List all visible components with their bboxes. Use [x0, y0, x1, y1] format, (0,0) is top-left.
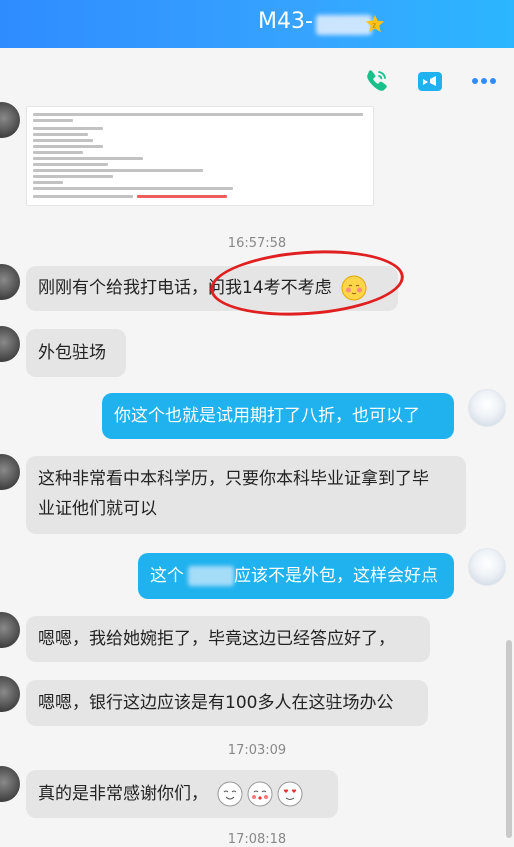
svg-text:z: z: [372, 21, 376, 30]
message-bubble[interactable]: 嗯嗯，银行这边应该是有100多人在这驻场办公: [26, 680, 428, 726]
smile-emoji: [217, 781, 243, 807]
message-bubble[interactable]: 你这个也就是试用期打了八折，也可以了: [102, 393, 454, 439]
more-icon[interactable]: [470, 67, 498, 95]
message-text: 这个: [150, 566, 184, 586]
scrollbar[interactable]: [506, 640, 512, 838]
contact-avatar[interactable]: [0, 454, 20, 490]
phone-icon[interactable]: [362, 67, 390, 95]
message-bubble[interactable]: 真的是非常感谢你们，: [26, 770, 338, 818]
message-bubble[interactable]: 外包驻场: [26, 329, 126, 377]
contact-avatar[interactable]: [0, 766, 20, 802]
contact-avatar[interactable]: [0, 264, 20, 300]
chat-title: M43-: [258, 9, 313, 34]
contact-avatar[interactable]: [0, 326, 20, 362]
vip-star-icon: z: [365, 14, 385, 33]
my-avatar[interactable]: [468, 548, 506, 586]
timestamp: 16:57:58: [227, 236, 287, 251]
message-bubble[interactable]: 这种非常看中本科学历，只要你本科毕业证拿到了毕 业证他们就可以: [26, 456, 466, 534]
message-line: 这种非常看中本科学历，只要你本科毕业证拿到了毕: [38, 469, 429, 489]
contact-avatar[interactable]: [0, 676, 20, 712]
kiss-emoji: [247, 781, 273, 807]
message-text: 应该不是外包，这样会好点: [234, 566, 438, 586]
message-bubble[interactable]: 嗯嗯，我给她婉拒了，毕竟这边已经答应好了，: [26, 616, 430, 662]
message-text: 外包驻场: [38, 343, 106, 363]
message-bubble[interactable]: 这个 应该不是外包，这样会好点: [138, 553, 454, 599]
message-text: 你这个也就是试用期打了八折，也可以了: [114, 406, 420, 426]
video-call-icon[interactable]: [416, 67, 444, 95]
shared-document-image[interactable]: [26, 106, 374, 206]
contact-avatar[interactable]: [0, 102, 20, 138]
message-text: 嗯嗯，银行这边应该是有100多人在这驻场办公: [38, 693, 394, 713]
redacted-text: [188, 566, 234, 586]
contact-avatar[interactable]: [0, 612, 20, 648]
heart-eyes-emoji: [277, 781, 303, 807]
chat-header: M43- z: [0, 0, 514, 48]
my-avatar[interactable]: [468, 389, 506, 427]
message-text: 真的是非常感谢你们，: [38, 784, 208, 804]
message-line: 业证他们就可以: [38, 499, 157, 519]
message-text: 嗯嗯，我给她婉拒了，毕竟这边已经答应好了，: [38, 629, 395, 649]
timestamp: 17:03:09: [227, 743, 287, 758]
